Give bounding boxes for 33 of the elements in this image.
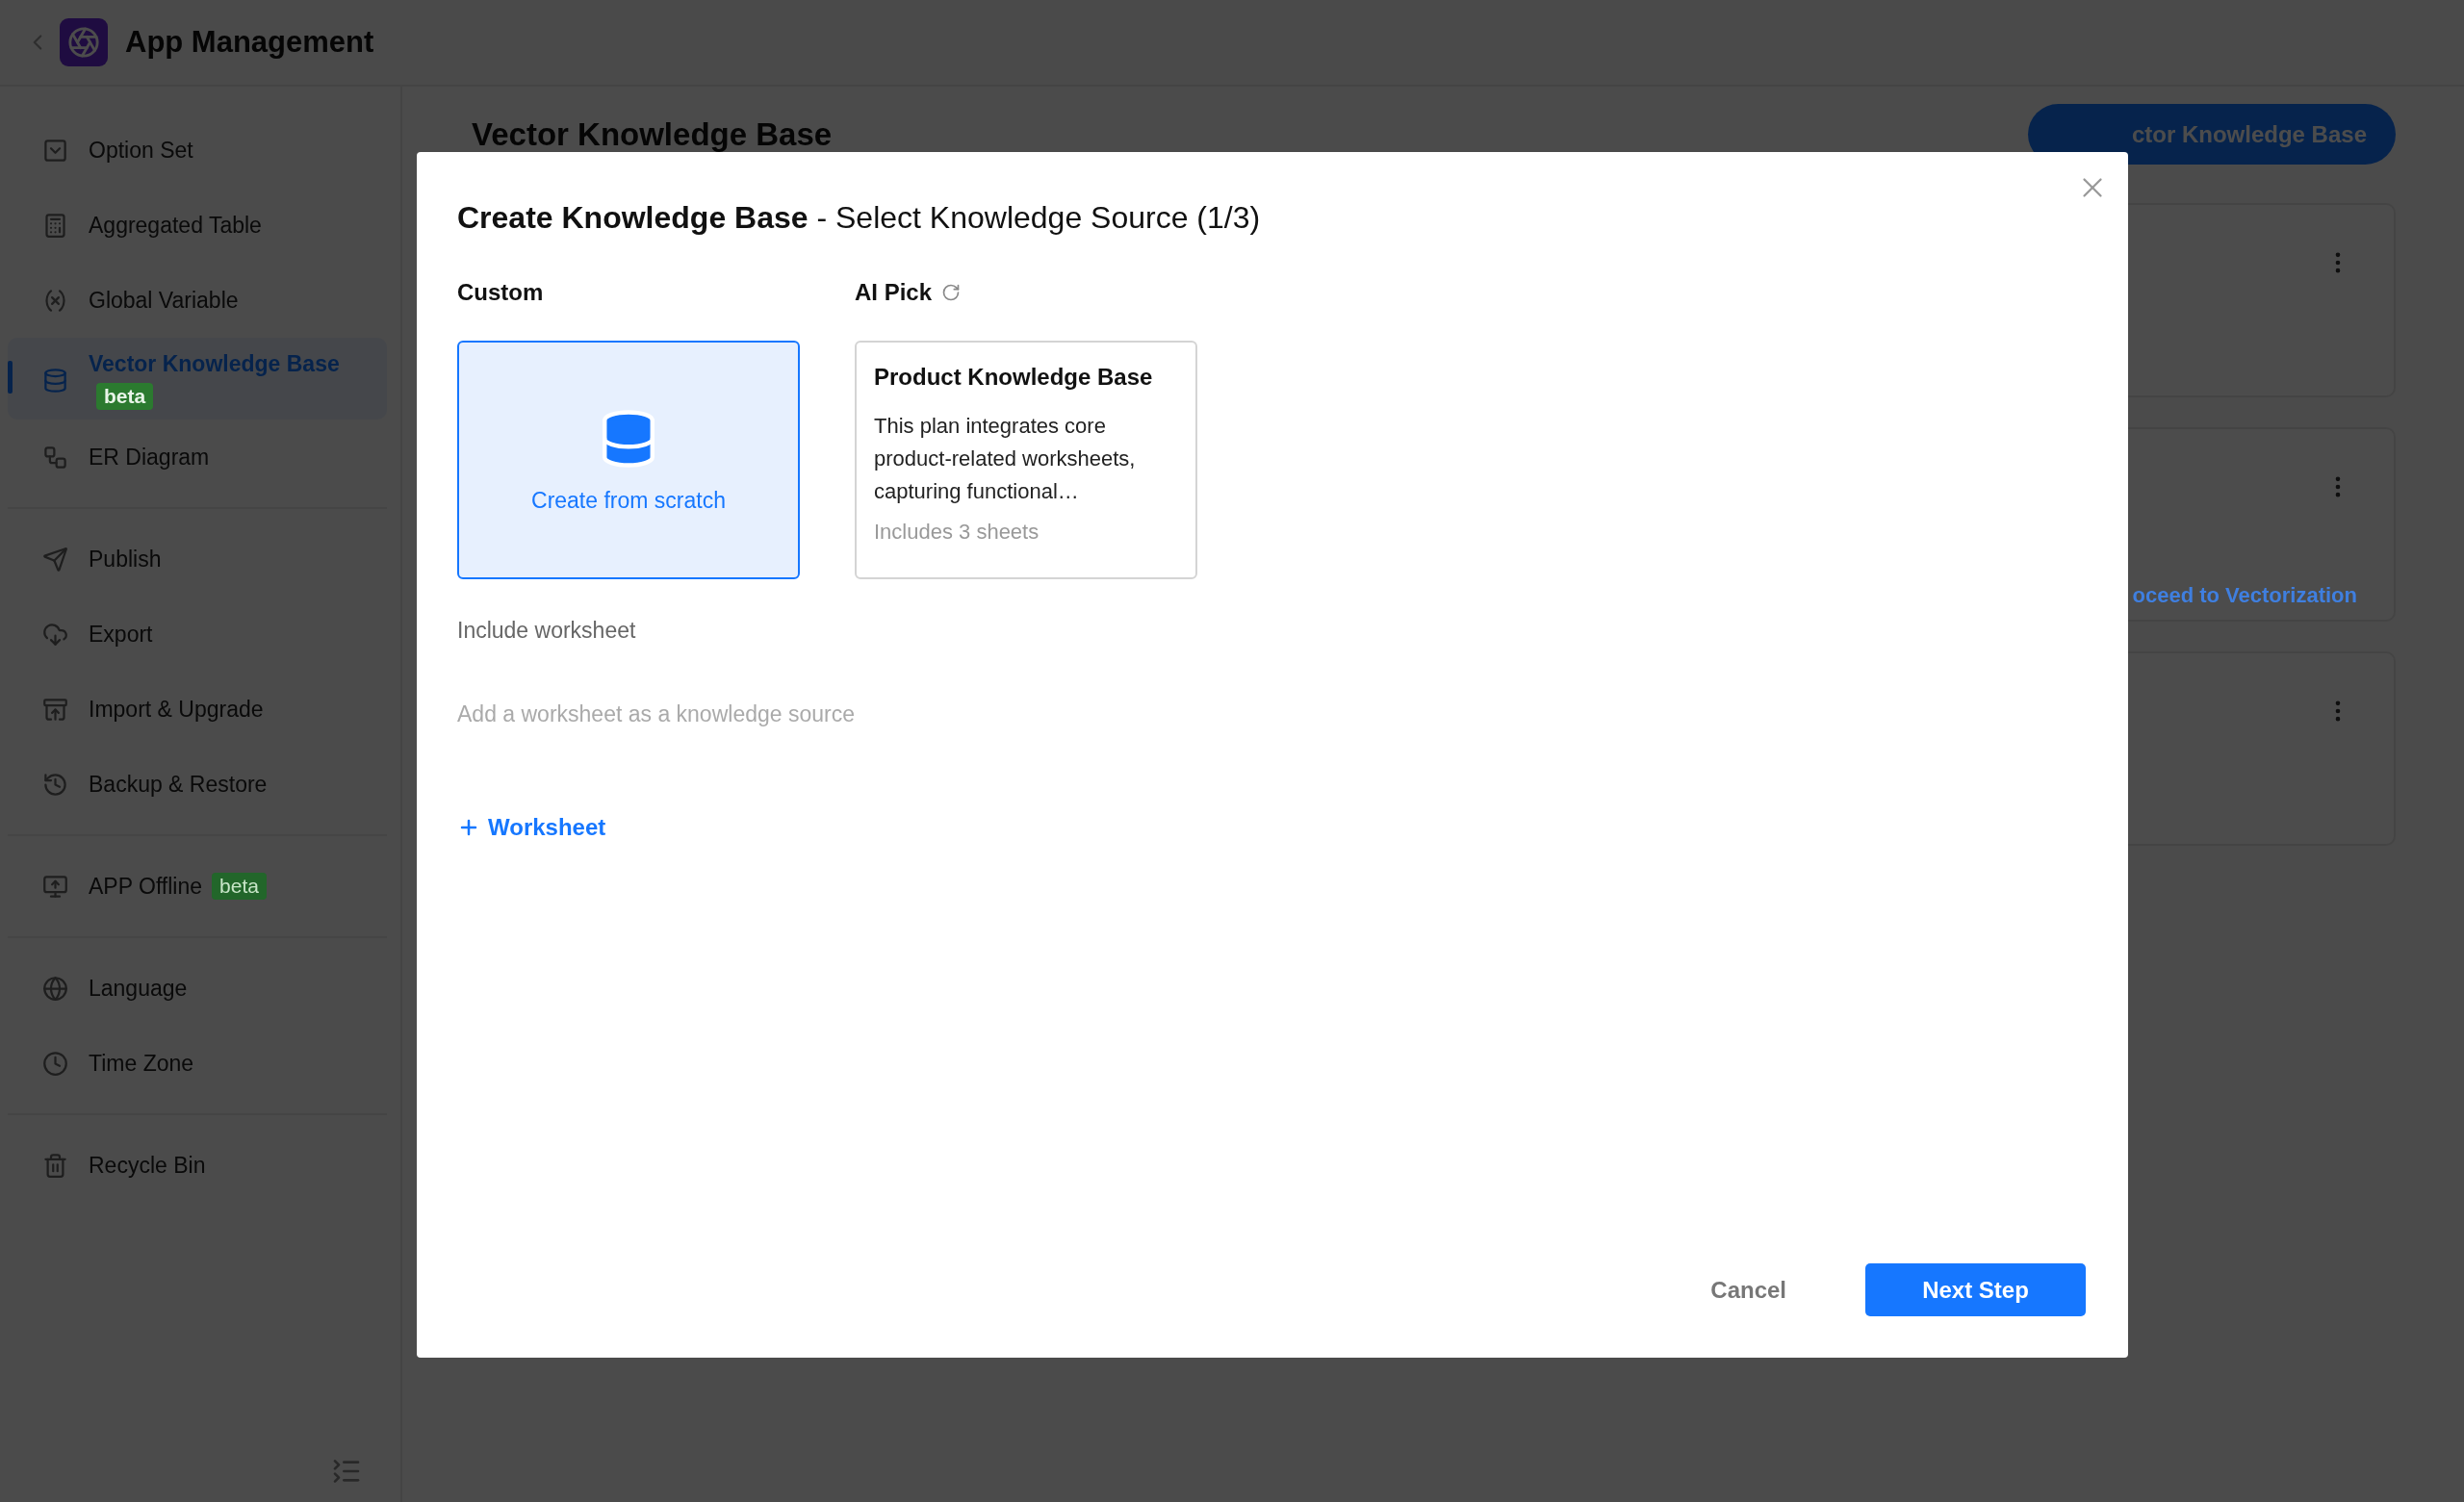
create-from-scratch-option[interactable]: Create from scratch [457,341,800,579]
beta-badge: beta [212,873,267,900]
include-worksheet-label: Include worksheet [457,618,637,644]
section-heading: AI Pick [855,279,933,306]
add-worksheet-button[interactable]: Worksheet [457,814,606,841]
sidebar-item-label: Language [89,975,188,1002]
plan-option-card[interactable]: Product Knowledge Base This plan integrates core product-related worksheets, capturing functional… Includes 3 sheets [855,341,1197,579]
vectorization-link[interactable]: oceed to Vectorization [2132,583,2357,608]
sidebar-item-label: Recycle Bin [89,1152,206,1179]
section-heading: Custom [457,279,544,306]
sidebar-item-label: Import & Upgrade [89,696,264,723]
plan-title: Product Knowledge Base [874,364,1154,391]
page-title: Vector Knowledge Base [472,115,833,153]
dialog-title: Create Knowledge Base - Select Knowledge Source (1/3) [457,200,1262,236]
refresh-icon[interactable] [941,283,962,302]
sidebar-item-label: Publish [89,546,162,573]
plan-note: Includes 3 sheets [874,520,1040,545]
sidebar-item-label: Aggregated Table [89,212,262,239]
sidebar-item-label: Backup & Restore [89,771,268,798]
sidebar-item-label: Option Set [89,137,193,164]
cancel-button[interactable]: Cancel [1685,1266,1811,1313]
beta-badge: beta [96,383,154,410]
sidebar-item-label: Time Zone [89,1050,194,1077]
empty-worksheet-hint: Add a worksheet as a knowledge source [457,701,856,727]
sidebar-item-label: Global Variable [89,287,239,314]
option-label: Create from scratch [531,487,726,514]
sidebar-item-label: Vector Knowledge Base [89,351,340,377]
plan-description: This plan integrates core product-related worksheets, capturing functional… [874,413,1137,505]
sidebar-item-label: Export [89,621,153,648]
sidebar-item-label: APP Offline [89,873,203,900]
sidebar-item-label: ER Diagram [89,444,210,471]
next-step-button[interactable]: Next Step [1865,1263,2086,1316]
header-title: App Management [125,25,374,60]
